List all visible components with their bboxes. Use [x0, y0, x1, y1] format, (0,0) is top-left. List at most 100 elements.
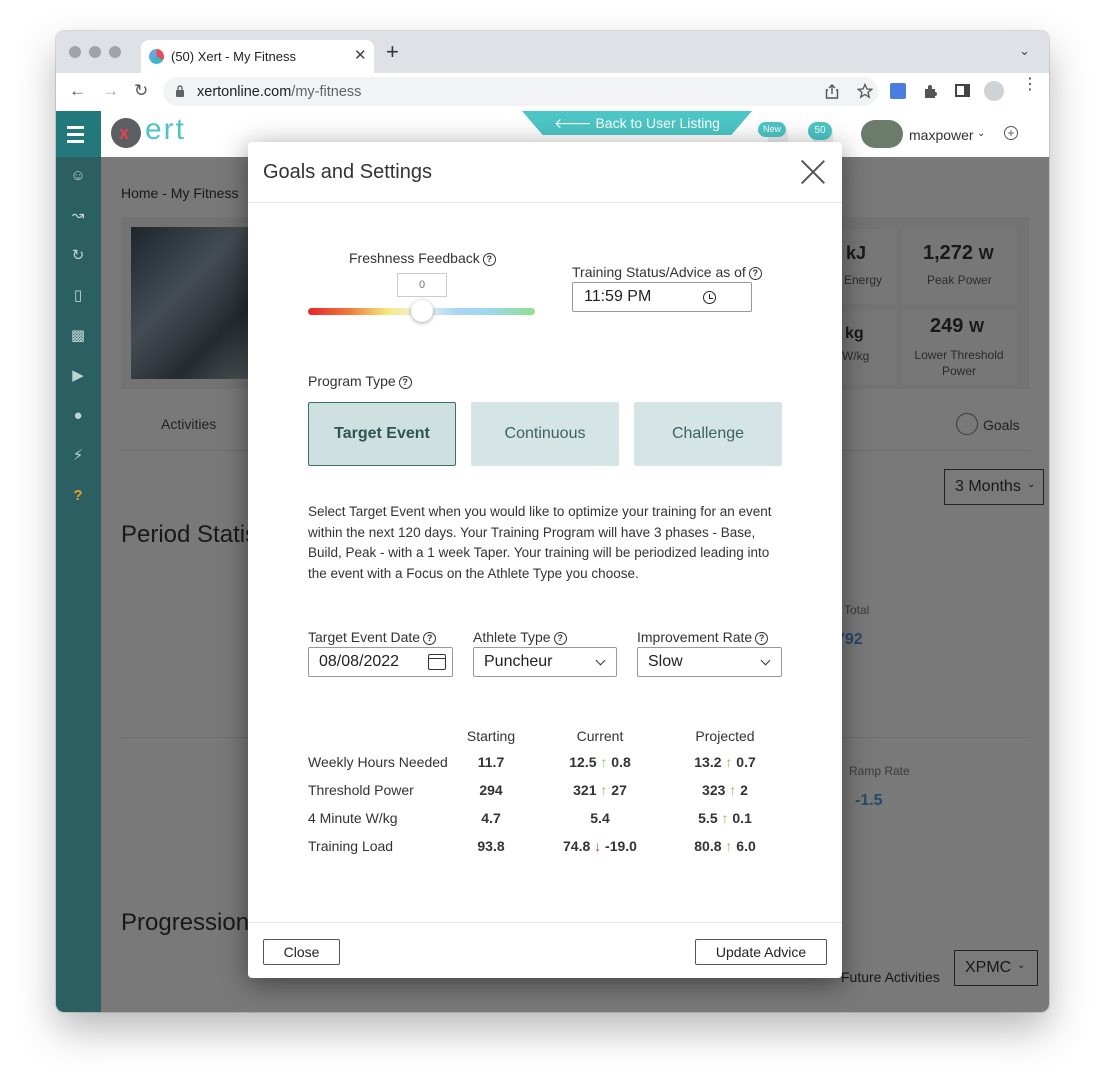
translate-icon[interactable] [890, 83, 906, 99]
zoom-window-button[interactable] [109, 46, 121, 58]
program-type-label: Program Type? [308, 373, 412, 389]
program-continuous-button[interactable]: Continuous [471, 402, 619, 466]
user-avatar[interactable] [861, 120, 903, 148]
lightning-icon[interactable]: ⚡ [68, 446, 88, 466]
calendar-icon[interactable] [428, 654, 446, 670]
improvement-rate-label: Improvement Rate? [637, 629, 769, 645]
bookmark-star-icon[interactable] [857, 83, 873, 99]
sidepanel-icon[interactable] [955, 84, 970, 97]
help-icon[interactable]: ? [553, 632, 567, 645]
current-cell-delta: 27 [611, 782, 627, 798]
modal-header: Goals and Settings [248, 142, 842, 203]
close-tab-icon[interactable]: ✕ [354, 46, 367, 64]
back-to-user-listing-link[interactable]: 🡐 Back to User Listing [522, 111, 752, 135]
help-icon[interactable]: ? [68, 486, 88, 506]
help-icon[interactable]: ? [423, 632, 437, 645]
header-current: Current [576, 728, 624, 744]
starting-cell: 93.8 [431, 838, 551, 854]
tab-search-chevron-icon[interactable]: ⌄ [1019, 43, 1030, 59]
minimize-window-button[interactable] [89, 46, 101, 58]
xert-logo-text: ert [145, 113, 187, 146]
url-text: xertonline.com/my-fitness [197, 84, 362, 100]
arrow-up-icon: ↑ [596, 782, 612, 798]
arrow-up-icon: ↑ [596, 754, 612, 770]
browser-menu-icon[interactable]: ⋮ [1022, 77, 1038, 93]
projected-cell-delta: 0.7 [736, 754, 756, 770]
training-time-input[interactable]: 11:59 PM [572, 282, 752, 312]
browser-tab[interactable]: (50) Xert - My Fitness ✕ [141, 40, 374, 73]
profile-avatar-icon[interactable] [984, 81, 1004, 101]
count-badge: 50 [808, 122, 832, 140]
xert-favicon-icon [149, 49, 164, 64]
starting-cell: 4.7 [431, 810, 551, 826]
starting-cell: 11.7 [431, 754, 551, 770]
training-status-label: Training Status/Advice as of? [572, 264, 762, 280]
browser-toolbar: ← → ↻ xertonline.com/my-fitness ⋮ [56, 73, 1049, 112]
projected-cell: 80.8 ↑ 6.0 [665, 838, 785, 854]
menu-toggle[interactable] [56, 111, 101, 157]
current-cell-delta: 0.8 [611, 754, 631, 770]
projected-cell-delta: 0.1 [732, 810, 752, 826]
reload-icon[interactable]: ↻ [134, 82, 148, 100]
address-bar[interactable]: xertonline.com/my-fitness [163, 77, 878, 106]
projected-cell-value: 13.2 [694, 754, 722, 770]
user-menu-chevron-icon[interactable]: ⌄ [977, 128, 985, 139]
user-icon[interactable]: ☺ [68, 166, 88, 186]
update-advice-button[interactable]: Update Advice [695, 939, 827, 965]
program-challenge-button[interactable]: Challenge [634, 402, 782, 466]
current-cell: 74.8 ↓ -19.0 [540, 838, 660, 854]
tab-strip: (50) Xert - My Fitness ✕ + ⌄ [56, 31, 1049, 73]
freshness-feedback-label: Freshness Feedback? [349, 250, 496, 266]
help-icon[interactable]: ? [755, 632, 769, 645]
help-icon[interactable]: ? [398, 376, 412, 389]
group-icon[interactable]: ● [68, 406, 88, 426]
help-icon[interactable]: ? [482, 253, 496, 266]
mobile-icon[interactable]: ▯ [68, 286, 88, 306]
username[interactable]: maxpower [909, 127, 974, 143]
app-sidebar: ☺ ↝ ↻ ▯ ▩ ▶ ● ⚡ ? [56, 111, 101, 1012]
play-icon[interactable]: ▶ [68, 366, 88, 386]
arrow-up-icon: ↑ [721, 838, 737, 854]
modal-title: Goals and Settings [263, 161, 432, 183]
target-event-date-input[interactable]: 08/08/2022 [308, 647, 453, 677]
clock-icon[interactable] [703, 291, 716, 304]
close-icon[interactable] [798, 156, 828, 186]
projected-cell-value: 5.5 [698, 810, 718, 826]
current-cell: 5.4 [540, 810, 660, 826]
current-cell-value: 5.4 [590, 810, 610, 826]
header-projected: Projected [695, 728, 755, 744]
extensions-puzzle-icon[interactable] [923, 83, 939, 99]
row-label: Training Load [308, 838, 394, 854]
bar-chart-icon[interactable]: ▩ [68, 326, 88, 346]
projected-cell: 13.2 ↑ 0.7 [665, 754, 785, 770]
starting-cell-value: 93.8 [477, 838, 505, 854]
lock-icon [176, 85, 184, 97]
share-icon[interactable] [825, 84, 839, 99]
current-cell: 321 ↑ 27 [540, 782, 660, 798]
starting-cell-value: 11.7 [477, 754, 505, 770]
row-label: Threshold Power [308, 782, 414, 798]
help-icon[interactable]: ? [748, 267, 762, 280]
current-cell: 12.5 ↑ 0.8 [540, 754, 660, 770]
freshness-slider-handle[interactable] [410, 300, 433, 322]
target-event-date-label: Target Event Date? [308, 629, 437, 645]
refresh-icon[interactable]: ↻ [68, 246, 88, 266]
arrow-up-icon: ↑ [721, 754, 737, 770]
new-tab-button[interactable]: + [386, 41, 399, 63]
program-target-event-button[interactable]: Target Event [308, 402, 456, 466]
forward-arrow-icon[interactable]: → [102, 82, 119, 100]
trend-chart-icon[interactable]: ↝ [68, 206, 88, 226]
close-window-button[interactable] [69, 46, 81, 58]
projected-cell: 323 ↑ 2 [665, 782, 785, 798]
athlete-type-label: Athlete Type? [473, 629, 567, 645]
new-badge: New [758, 122, 786, 137]
add-icon[interactable]: + [1004, 126, 1018, 140]
close-button[interactable]: Close [263, 939, 340, 965]
freshness-value-field[interactable]: 0 [397, 273, 447, 297]
athlete-type-select[interactable]: Puncheur [473, 647, 617, 677]
xert-logo-icon[interactable]: x [111, 118, 141, 148]
back-arrow-icon[interactable]: ← [69, 82, 86, 100]
improvement-rate-select[interactable]: Slow [637, 647, 782, 677]
projected-cell: 5.5 ↑ 0.1 [665, 810, 785, 826]
projected-cell-delta: 6.0 [736, 838, 756, 854]
